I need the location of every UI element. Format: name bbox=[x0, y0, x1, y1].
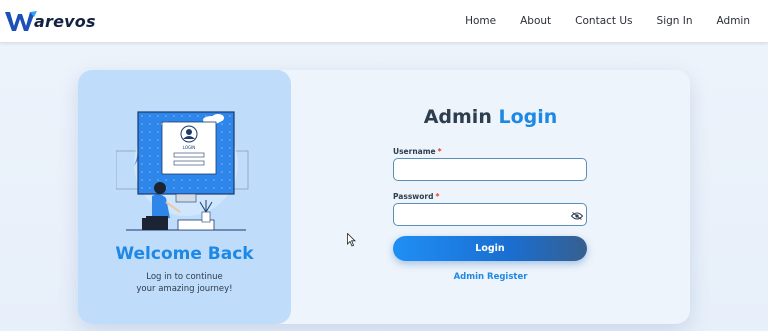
logo-w-icon bbox=[5, 11, 37, 31]
welcome-subtitle-line1: Log in to continue bbox=[146, 272, 223, 282]
welcome-subtitle: Log in to continue your amazing journey! bbox=[78, 271, 291, 295]
admin-register-link[interactable]: Admin Register bbox=[291, 272, 690, 282]
brand-logo[interactable]: arevos bbox=[4, 8, 96, 34]
nav-admin[interactable]: Admin bbox=[717, 15, 750, 27]
site-header: arevos Home About Contact Us Sign In Adm… bbox=[0, 0, 768, 43]
password-label-text: Password bbox=[393, 192, 434, 201]
welcome-panel: LOGIN Welcome Back Log in to continue yo… bbox=[78, 70, 291, 324]
password-required-mark: * bbox=[435, 192, 440, 201]
mouse-pointer-icon bbox=[347, 233, 356, 247]
form-title-admin: Admin bbox=[423, 106, 492, 128]
logo-text: arevos bbox=[34, 11, 96, 31]
nav-sign-in[interactable]: Sign In bbox=[657, 15, 693, 27]
nav-home[interactable]: Home bbox=[465, 15, 496, 27]
welcome-subtitle-line2: your amazing journey! bbox=[136, 284, 233, 294]
form-title-login: Login bbox=[498, 106, 558, 128]
welcome-title: Welcome Back bbox=[115, 244, 254, 264]
username-input[interactable] bbox=[393, 158, 587, 181]
username-label: Username * bbox=[393, 147, 442, 156]
form-title: Admin Login bbox=[291, 106, 690, 128]
login-illustration: LOGIN bbox=[116, 111, 249, 231]
login-button[interactable]: Login bbox=[393, 236, 587, 261]
username-label-text: Username bbox=[393, 147, 436, 156]
password-input[interactable] bbox=[393, 203, 587, 226]
nav-contact-us[interactable]: Contact Us bbox=[575, 15, 632, 27]
nav-about[interactable]: About bbox=[520, 15, 551, 27]
illustration-login-text: LOGIN bbox=[183, 145, 196, 150]
login-card: LOGIN Welcome Back Log in to continue yo… bbox=[78, 70, 690, 324]
password-label: Password * bbox=[393, 192, 439, 201]
login-form-panel: Admin Login Username * Password * Login Ad… bbox=[291, 70, 690, 324]
main-nav: Home About Contact Us Sign In Admin bbox=[465, 0, 750, 42]
eye-slash-icon[interactable] bbox=[571, 212, 583, 220]
username-required-mark: * bbox=[437, 147, 442, 156]
